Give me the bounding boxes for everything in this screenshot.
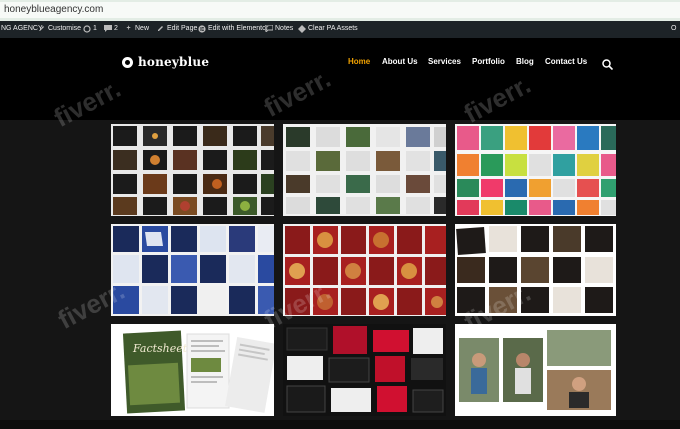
elementor-icon bbox=[198, 25, 206, 33]
refresh-icon bbox=[83, 25, 91, 33]
portfolio-tile-colorful-people[interactable] bbox=[455, 124, 616, 216]
admin-updates[interactable]: 1 bbox=[83, 25, 97, 33]
portfolio-tile-food-dark[interactable] bbox=[111, 124, 274, 216]
admin-clear-assets-label: Clear PA Assets bbox=[308, 25, 358, 32]
admin-edit-elementor[interactable]: Edit with Elementor bbox=[198, 25, 269, 33]
admin-site-name[interactable]: NG AGENCY bbox=[1, 25, 43, 32]
admin-edit-elementor-label: Edit with Elementor bbox=[208, 25, 269, 32]
portfolio-tile-coffee-dark[interactable] bbox=[455, 224, 616, 316]
admin-comments[interactable]: 2 bbox=[104, 25, 118, 32]
admin-clear-assets[interactable]: Clear PA Assets bbox=[298, 25, 358, 33]
portfolio-tile-corporate-blue[interactable] bbox=[111, 224, 274, 316]
footer-strip bbox=[0, 420, 680, 429]
admin-user-label: O bbox=[671, 25, 677, 32]
nav-home[interactable]: Home bbox=[348, 57, 370, 66]
portfolio-section: Factsheet fiverr. bbox=[0, 63, 680, 429]
browser-address-bar: honeyblueagency.com bbox=[0, 0, 680, 21]
main-navigation: Home About Us Services Portfolio Blog Co… bbox=[0, 57, 680, 69]
admin-customise[interactable]: Customise bbox=[38, 25, 81, 32]
tile-image bbox=[113, 126, 274, 215]
tile-image bbox=[285, 226, 446, 315]
admin-edit-page[interactable]: Edit Page bbox=[157, 25, 197, 32]
url-text: honeyblueagency.com bbox=[4, 4, 104, 15]
tile-image bbox=[122, 330, 274, 414]
tile-image bbox=[457, 126, 616, 215]
tile-image bbox=[459, 330, 611, 410]
note-icon bbox=[264, 24, 274, 34]
nav-portfolio[interactable]: Portfolio bbox=[472, 57, 505, 66]
comment-icon bbox=[104, 25, 112, 32]
portfolio-tile-photo-collage[interactable] bbox=[455, 324, 616, 416]
tile-image bbox=[286, 326, 444, 413]
admin-notes[interactable]: Notes bbox=[264, 24, 294, 34]
pencil-icon bbox=[157, 25, 164, 32]
tile-image bbox=[456, 226, 613, 313]
admin-edit-page-label: Edit Page bbox=[167, 25, 198, 32]
plus-icon: + bbox=[126, 25, 131, 32]
admin-comments-count: 2 bbox=[114, 25, 118, 32]
admin-customise-label: Customise bbox=[48, 25, 82, 32]
clear-icon bbox=[298, 25, 306, 33]
tile-image bbox=[113, 226, 274, 314]
nav-services[interactable]: Services bbox=[428, 57, 461, 66]
nav-contact-us[interactable]: Contact Us bbox=[545, 57, 587, 66]
admin-user-menu[interactable]: O bbox=[671, 25, 676, 32]
url-field[interactable]: honeyblueagency.com bbox=[0, 2, 680, 18]
nav-blog[interactable]: Blog bbox=[516, 57, 534, 66]
portfolio-tile-brand-identity[interactable] bbox=[283, 324, 446, 416]
portfolio-tile-food-red[interactable] bbox=[283, 224, 446, 316]
admin-updates-count: 1 bbox=[93, 25, 97, 32]
admin-notes-label: Notes bbox=[275, 25, 294, 32]
paintbrush-icon bbox=[38, 25, 45, 32]
nav-about-us[interactable]: About Us bbox=[382, 57, 418, 66]
admin-new-label: New bbox=[135, 25, 150, 32]
portfolio-tile-travel-light[interactable] bbox=[283, 124, 446, 216]
admin-site-name-label: NG AGENCY bbox=[1, 25, 43, 32]
search-icon[interactable] bbox=[602, 57, 614, 71]
site-header: honeyblue Home About Us Services Portfol… bbox=[0, 38, 680, 120]
admin-new[interactable]: + New bbox=[125, 25, 149, 32]
tile-image bbox=[286, 127, 446, 214]
wp-admin-bar: NG AGENCY Customise 1 2 + New Edit Page … bbox=[0, 21, 680, 38]
portfolio-tile-factsheet[interactable]: Factsheet bbox=[111, 324, 274, 416]
factsheet-title: Factsheet bbox=[133, 342, 188, 355]
